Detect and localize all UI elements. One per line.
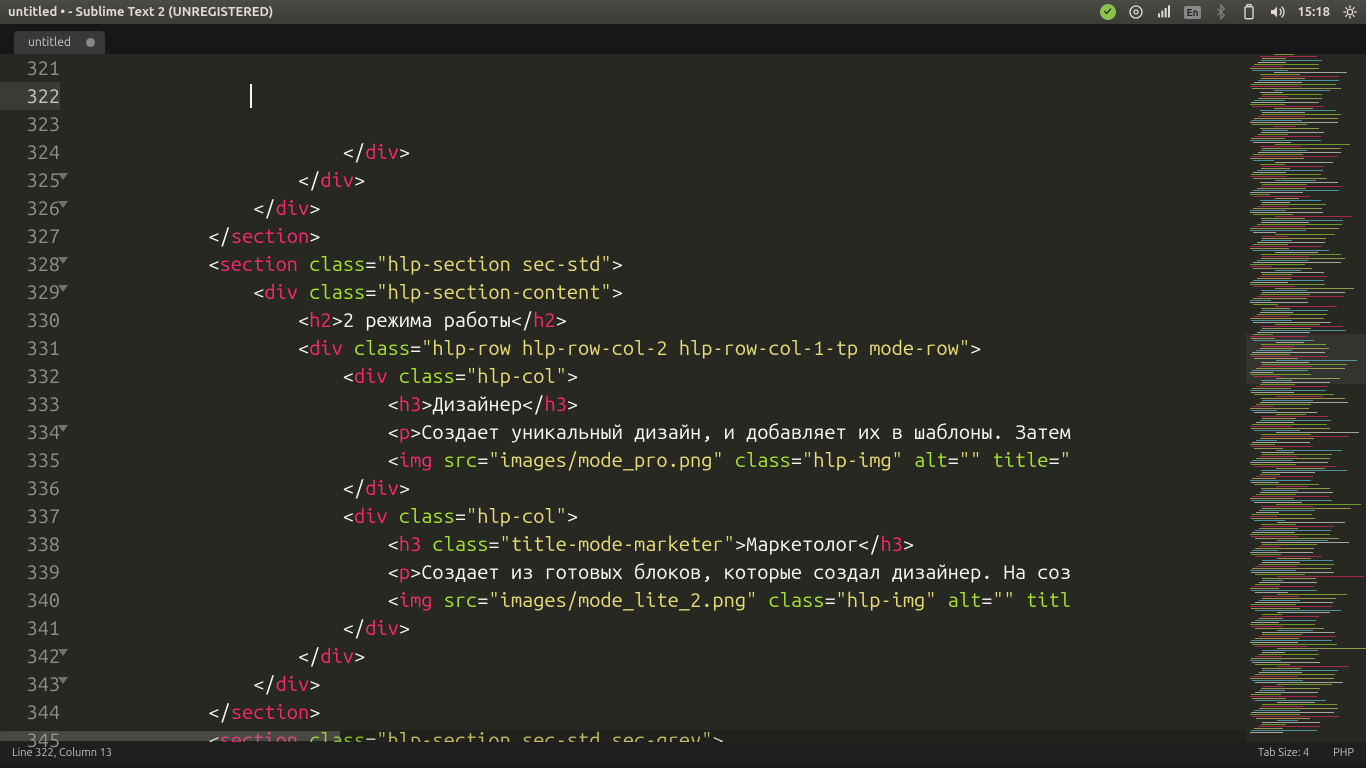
bluetooth-icon[interactable]: [1213, 4, 1229, 20]
system-tray: ✓ En 15:18: [1100, 4, 1358, 20]
keyboard-lang-indicator[interactable]: En: [1184, 6, 1202, 19]
status-bar: Line 322, Column 13 Tab Size: 4 PHP: [0, 742, 1366, 764]
status-syntax[interactable]: PHP: [1333, 747, 1354, 759]
horizontal-scrollbar[interactable]: [0, 730, 1246, 742]
tab-dirty-indicator: [86, 38, 95, 47]
text-cursor: [250, 84, 252, 108]
clock[interactable]: 15:18: [1297, 5, 1330, 19]
tab-bar: untitled: [0, 24, 1366, 54]
editor-area: 3213223233243253263273283293303313323333…: [0, 54, 1366, 742]
tab-label: untitled: [28, 36, 71, 49]
window-title: untitled • - Sublime Text 2 (UNREGISTERE…: [8, 5, 1100, 19]
code-editor[interactable]: </div> </div> </div> </section> <section…: [68, 54, 1246, 742]
settings-tray-icon[interactable]: [1128, 4, 1144, 20]
battery-icon[interactable]: [1241, 4, 1257, 20]
volume-icon[interactable]: [1269, 4, 1285, 20]
horizontal-scroll-thumb[interactable]: [0, 731, 340, 741]
status-tab-size[interactable]: Tab Size: 4: [1258, 747, 1309, 759]
network-icon[interactable]: [1156, 4, 1172, 20]
sync-ok-icon[interactable]: ✓: [1100, 4, 1116, 20]
tab-untitled[interactable]: untitled: [14, 31, 105, 54]
session-icon[interactable]: [1342, 4, 1358, 20]
line-gutter[interactable]: 3213223233243253263273283293303313323333…: [0, 54, 68, 742]
minimap[interactable]: [1246, 54, 1366, 742]
system-menubar: untitled • - Sublime Text 2 (UNREGISTERE…: [0, 0, 1366, 24]
